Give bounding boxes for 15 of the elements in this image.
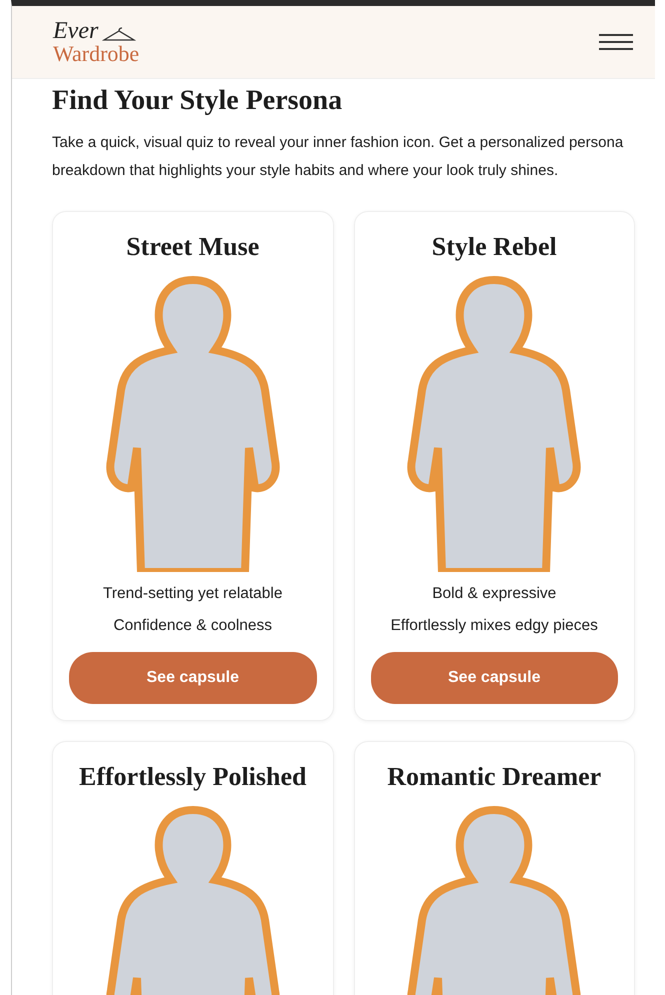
- page-title: Find Your Style Persona: [52, 85, 344, 117]
- persona-name: Romantic Dreamer: [387, 762, 602, 792]
- logo-text: Ever: [53, 19, 98, 43]
- persona-trait: Effortlessly mixes edgy pieces: [390, 616, 598, 636]
- persona-name: Street Muse: [126, 232, 260, 262]
- intro-paragraph: Take a quick, visual quiz to reveal your inner fashion icon. Get a personalized persona breakdown that highlights your style habits and where your look truly shines.: [52, 133, 624, 181]
- see-capsule-button[interactable]: See capsule: [370, 652, 618, 704]
- persona-trait: Confidence & coolness: [113, 616, 272, 636]
- persona-name: Effortlessly Polished: [79, 762, 306, 792]
- hanger-icon: [102, 27, 136, 43]
- see-capsule-button[interactable]: See capsule: [69, 652, 316, 704]
- logo-text: Wardrobe: [53, 43, 140, 65]
- persona-trait: Bold & expressive: [432, 584, 556, 604]
- persona-name: Style Rebel: [432, 232, 557, 262]
- persona-trait: Trend-setting yet relatable: [103, 584, 282, 604]
